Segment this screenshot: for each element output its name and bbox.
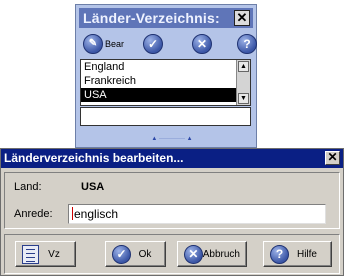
list-item[interactable]: England	[81, 60, 236, 74]
anrede-input[interactable]: englisch	[68, 204, 326, 224]
scroll-up-icon[interactable]: ▲	[238, 61, 249, 72]
close-icon[interactable]: ✕	[325, 151, 340, 165]
anrede-input-value: englisch	[74, 207, 119, 221]
checkmark-icon: ✓	[143, 34, 163, 54]
anrede-label: Anrede:	[14, 208, 53, 220]
list-item-selected[interactable]: USA	[81, 88, 236, 102]
help-button[interactable]: ?	[237, 33, 257, 55]
detail-field[interactable]	[80, 107, 251, 126]
checkmark-icon: ✓	[112, 244, 131, 264]
scroll-down-icon[interactable]: ▼	[238, 93, 249, 104]
vertical-scrollbar[interactable]: ▲ ▼	[236, 60, 250, 105]
dialog-title: Länderverzeichnis bearbeiten...	[4, 151, 184, 165]
list-document-icon	[22, 244, 39, 264]
close-icon[interactable]: ✕	[234, 10, 250, 26]
land-label: Land:	[14, 181, 42, 193]
edit-button-label: Bear	[105, 39, 125, 49]
edit-pencil-icon: ✎	[83, 34, 103, 54]
ok-button-label: Ok	[138, 248, 152, 260]
toolbar: ✎ Bear ✓ ✕ ?	[79, 31, 257, 57]
ok-button[interactable]: ✓ Ok	[105, 241, 166, 267]
country-listbox[interactable]: England Frankreich USA ▲ ▼	[80, 59, 251, 106]
close-icon: ✕	[184, 244, 203, 264]
text-cursor	[72, 207, 73, 220]
abbruch-button-label: Abbruch	[202, 248, 240, 260]
resize-splitter[interactable]: ▲ ············· ▲	[146, 136, 198, 142]
abbruch-button[interactable]: ✕ Abbruch	[177, 241, 247, 267]
window-title: Länder-Verzeichnis:	[83, 10, 220, 26]
window-title-bar[interactable]: Länder-Verzeichnis: ✕	[79, 8, 253, 28]
ok-button[interactable]: ✓	[143, 33, 163, 55]
dialog-title-bar[interactable]: Länderverzeichnis bearbeiten... ✕	[1, 149, 343, 168]
edit-button[interactable]: ✎ Bear	[83, 33, 124, 55]
list-item[interactable]: Frankreich	[81, 74, 236, 88]
cancel-button[interactable]: ✕	[192, 33, 212, 55]
close-icon: ✕	[192, 34, 212, 54]
help-icon: ?	[237, 34, 257, 54]
vz-button-label: Vz	[48, 248, 60, 260]
hilfe-button-label: Hilfe	[296, 248, 317, 260]
help-icon: ?	[270, 244, 289, 264]
land-value: USA	[81, 181, 105, 193]
hilfe-button[interactable]: ? Hilfe	[263, 241, 332, 267]
edit-country-dialog: Länderverzeichnis bearbeiten... ✕ Land: …	[0, 148, 344, 276]
vz-button[interactable]: Vz	[15, 241, 76, 267]
